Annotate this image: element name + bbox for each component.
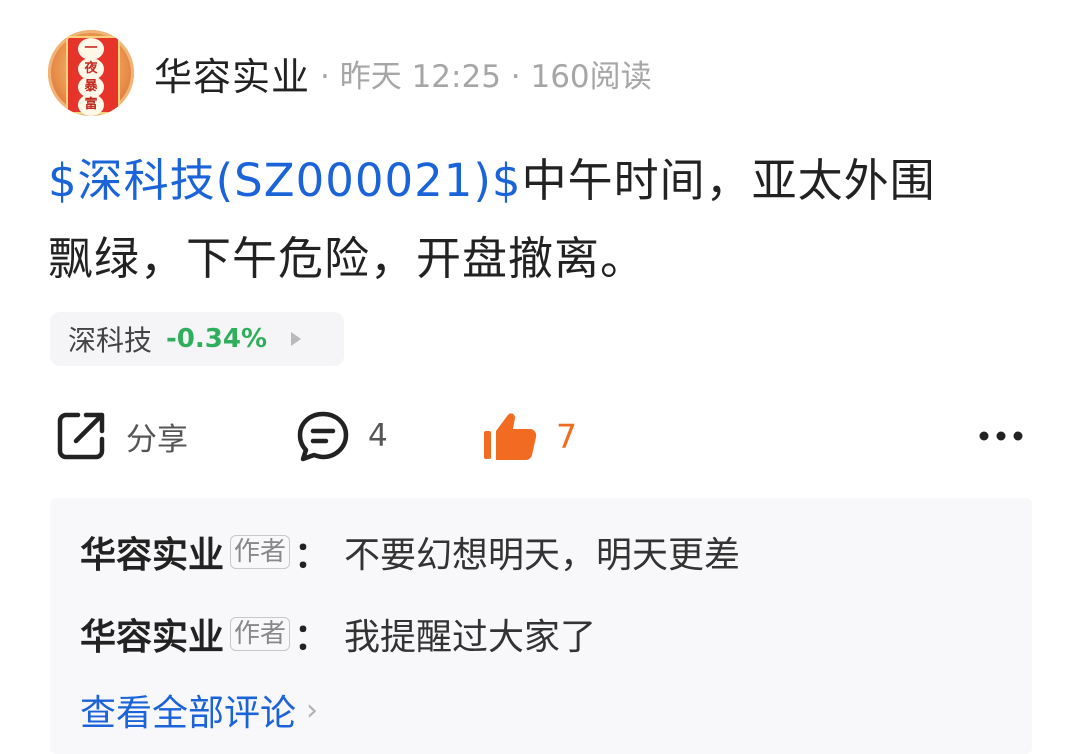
more-button[interactable] bbox=[978, 406, 1024, 466]
chevron-right-icon: › bbox=[306, 692, 319, 728]
comment-colon: ： bbox=[294, 535, 331, 576]
comment-author[interactable]: 华容实业 bbox=[80, 526, 224, 578]
post-meta: · 昨天 12:25 · 160阅读 bbox=[320, 58, 652, 95]
more-icon bbox=[979, 431, 1023, 441]
post-content: $深科技(SZ000021)$中午时间，亚太外围 飘绿，下午危险，开盘撤离。 bbox=[48, 142, 1038, 298]
post-page: 一 夜 暴 富 华容实业 · 昨天 12:25 · 160阅读 $深科技(SZ0… bbox=[0, 0, 1080, 754]
comment-item[interactable]: 华容实业 作者 ： 不要幻想明天，明天更差 bbox=[80, 522, 740, 582]
author-name[interactable]: 华容实业 bbox=[154, 46, 310, 101]
avatar[interactable]: 一 夜 暴 富 bbox=[48, 30, 134, 116]
comment-colon: ： bbox=[294, 617, 331, 658]
comments-panel: 华容实业 作者 ： 不要幻想明天，明天更差 华容实业 作者 ： 我提醒过大家了 … bbox=[50, 498, 1032, 754]
comment-button[interactable]: 4 bbox=[296, 406, 388, 466]
comment-count: 4 bbox=[368, 418, 388, 454]
like-button[interactable]: 7 bbox=[482, 406, 577, 466]
play-arrow-icon bbox=[291, 332, 302, 346]
stock-chip[interactable]: 深科技 -0.34% bbox=[50, 312, 344, 366]
share-button[interactable]: 分享 bbox=[54, 406, 188, 466]
comment-icon bbox=[297, 411, 349, 462]
thumbs-up-icon bbox=[484, 413, 537, 460]
comment-author[interactable]: 华容实业 bbox=[80, 608, 224, 660]
view-all-comments-link[interactable]: 查看全部评论 › bbox=[80, 684, 318, 736]
stock-link[interactable]: $深科技(SZ000021)$ bbox=[48, 154, 522, 207]
share-label: 分享 bbox=[126, 421, 188, 458]
comment-text: 不要幻想明天，明天更差 bbox=[344, 535, 741, 576]
stock-chip-name: 深科技 bbox=[68, 324, 153, 357]
avatar-char: 一 bbox=[78, 38, 104, 60]
comment-item[interactable]: 华容实业 作者 ： 我提醒过大家了 bbox=[80, 604, 596, 664]
view-all-label: 查看全部评论 bbox=[80, 693, 297, 734]
stock-chip-change: -0.34% bbox=[166, 324, 268, 354]
post-text-line2: 飘绿，下午危险，开盘撤离。 bbox=[48, 232, 647, 285]
post-text-line1: 中午时间，亚太外围 bbox=[521, 154, 936, 207]
post-header: 一 夜 暴 富 华容实业 · 昨天 12:25 · 160阅读 bbox=[48, 28, 652, 118]
comment-text: 我提醒过大家了 bbox=[344, 617, 597, 658]
avatar-char: 富 bbox=[78, 94, 104, 116]
share-icon bbox=[57, 412, 105, 460]
author-badge: 作者 bbox=[230, 617, 291, 651]
like-count: 7 bbox=[556, 416, 577, 456]
author-badge: 作者 bbox=[230, 535, 291, 569]
